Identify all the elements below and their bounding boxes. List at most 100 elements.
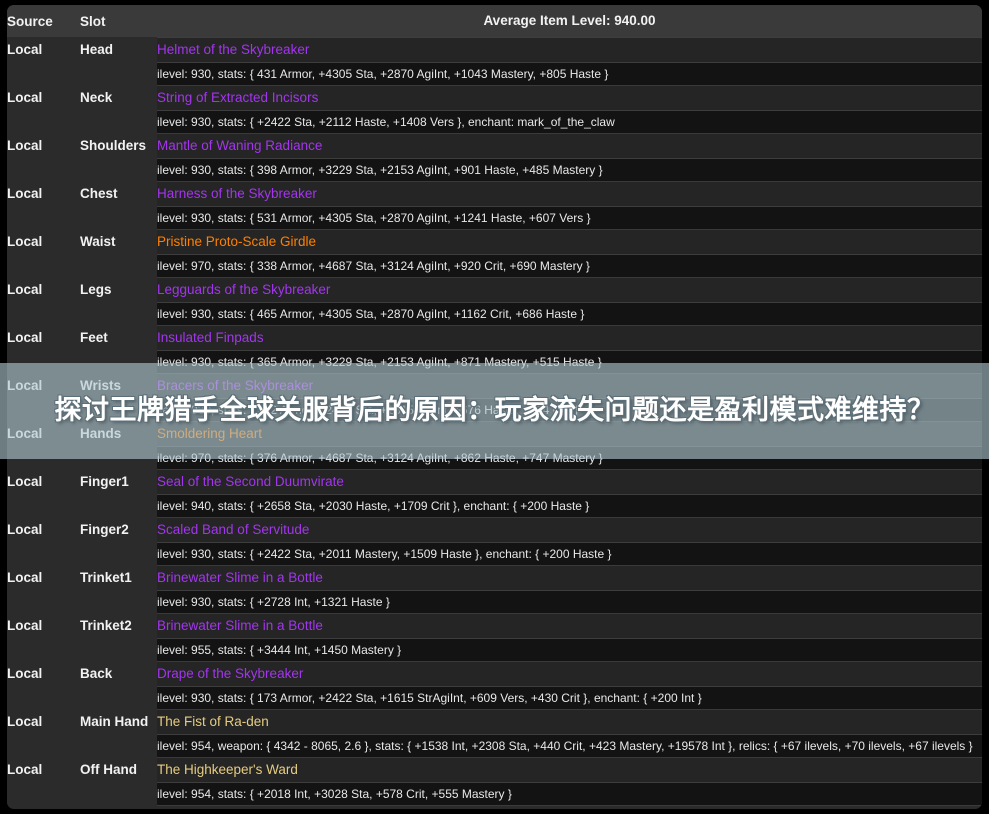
table-row[interactable]: Local Off Hand The Highkeeper's Ward [7,756,982,783]
cell-slot: Finger1 [80,469,157,494]
cell-source-spacer [7,254,80,277]
table-row[interactable]: Local Hands Smoldering Heart [7,420,982,447]
cell-item-stats: ilevel: 930, stats: { +2728 Int, +1321 H… [157,590,982,614]
cell-item-name[interactable]: String of Extracted Incisors [157,84,982,111]
cell-source: Local [7,517,80,542]
cell-item-name[interactable]: Smoldering Heart [157,420,982,447]
cell-item-name[interactable]: Mantle of Waning Radiance [157,132,982,159]
cell-item-name[interactable]: The Fist of Ra-den [157,708,982,735]
cell-slot: Trinket1 [80,565,157,590]
cell-item-name[interactable]: Scaled Band of Servitude [157,516,982,543]
cell-slot-spacer [80,734,157,757]
cell-source: Local [7,85,80,110]
table-row-stats: ilevel: 954, stats: { +2018 Int, +3028 S… [7,782,982,806]
cell-slot: Hands [80,421,157,446]
table-row-stats: ilevel: 930, stats: { 465 Armor, +4305 S… [7,302,982,326]
cell-slot: Trinket2 [80,613,157,638]
cell-item-stats: ilevel: 930, stats: { +2422 Sta, +2112 H… [157,110,982,134]
table-row[interactable]: Local Neck String of Extracted Incisors [7,84,982,111]
cell-item-stats: ilevel: 940, stats: { +2658 Sta, +2030 H… [157,494,982,518]
cell-slot: Shoulders [80,133,157,158]
table-row-stats: ilevel: 930, stats: { 365 Armor, +3229 S… [7,350,982,374]
cell-slot: Wrists [80,373,157,398]
cell-slot-spacer [80,638,157,661]
table-row[interactable]: Local Feet Insulated Finpads [7,324,982,351]
cell-item-name[interactable]: Seal of the Second Duumvirate [157,468,982,495]
cell-slot: Legs [80,277,157,302]
cell-slot-spacer [80,110,157,133]
cell-source: Local [7,469,80,494]
table-row-stats: ilevel: 930, stats: { 173 Armor, +2422 S… [7,686,982,710]
table-row[interactable]: Local Finger1 Seal of the Second Duumvirat… [7,468,982,495]
cell-item-stats: ilevel: 954, stats: { +2018 Int, +3028 S… [157,782,982,806]
cell-source-spacer [7,62,80,85]
cell-source-spacer [7,398,80,421]
cell-source: Local [7,325,80,350]
table-row[interactable]: Local Main Hand The Fist of Ra-den [7,708,982,735]
cell-source: Local [7,181,80,206]
cell-slot-spacer [80,62,157,85]
table-row[interactable]: Local Waist Pristine Proto-Scale Girdle [7,228,982,255]
cell-slot: Main Hand [80,709,157,734]
cell-slot-spacer [80,350,157,373]
table-row-stats: ilevel: 930, stats: { 531 Armor, +4305 S… [7,206,982,230]
table-row[interactable]: Local Chest Harness of the Skybreaker [7,180,982,207]
table-row-stats: ilevel: 930, stats: { +2728 Int, +1321 H… [7,590,982,614]
cell-slot-spacer [80,302,157,325]
cell-item-name[interactable]: Brinewater Slime in a Bottle [157,564,982,591]
cell-slot-spacer [80,158,157,181]
cell-item-stats: ilevel: 955, stats: { +3444 Int, +1450 M… [157,638,982,662]
table-row-stats: ilevel: 970, stats: { 376 Armor, +4687 S… [7,446,982,470]
column-header-slot: Slot [80,5,157,37]
cell-source-spacer [7,206,80,229]
cell-source-spacer [7,542,80,565]
cell-source: Local [7,37,80,62]
table-row-stats: ilevel: 970, stats: { 338 Armor, +4687 S… [7,254,982,278]
table-row[interactable]: Local Wrists Bracers of the Skybreaker [7,372,982,399]
table-row-stats: ilevel: 930, stats: { +2422 Sta, +2112 H… [7,110,982,134]
table-row[interactable]: Local Trinket2 Brinewater Slime in a Bottl… [7,612,982,639]
cell-item-name[interactable]: Insulated Finpads [157,324,982,351]
cell-source: Local [7,373,80,398]
cell-item-name[interactable]: Helmet of the Skybreaker [157,36,982,63]
cell-item-name[interactable]: The Highkeeper's Ward [157,756,982,783]
cell-item-stats: ilevel: 930, stats: { 465 Armor, +4305 S… [157,302,982,326]
cell-item-stats: ilevel: 930, stats: { +2422 Sta, +2011 M… [157,542,982,566]
table-row-stats: ilevel: 954, weapon: { 4342 - 8065, 2.6 … [7,734,982,758]
gear-table-body: Source Slot Average Item Level: 940.00 L… [7,5,982,806]
average-item-level-label: Average Item Level: 940.00 [157,5,982,37]
cell-item-name[interactable]: Brinewater Slime in a Bottle [157,612,982,639]
cell-item-name[interactable]: Drape of the Skybreaker [157,660,982,687]
cell-slot-spacer [80,782,157,805]
table-row[interactable]: Local Shoulders Mantle of Waning Radiance [7,132,982,159]
cell-source: Local [7,661,80,686]
cell-item-name[interactable]: Bracers of the Skybreaker [157,372,982,399]
cell-source-spacer [7,686,80,709]
cell-item-stats: ilevel: 930, stats: { 431 Armor, +4305 S… [157,62,982,86]
cell-slot: Head [80,37,157,62]
cell-slot-spacer [80,542,157,565]
cell-item-stats: ilevel: 930, stats: { 398 Armor, +3229 S… [157,158,982,182]
cell-item-name[interactable]: Legguards of the Skybreaker [157,276,982,303]
screen-root: Source Slot Average Item Level: 940.00 L… [0,0,989,814]
cell-item-name[interactable]: Harness of the Skybreaker [157,180,982,207]
cell-slot: Off Hand [80,757,157,782]
gear-panel: Source Slot Average Item Level: 940.00 L… [7,5,982,809]
cell-item-stats: ilevel: 930, stats: { 232 Armor, +2422 S… [157,398,982,422]
table-header-row: Source Slot Average Item Level: 940.00 [7,5,982,37]
table-row[interactable]: Local Head Helmet of the Skybreaker [7,36,982,63]
cell-slot-spacer [80,206,157,229]
table-row[interactable]: Local Back Drape of the Skybreaker [7,660,982,687]
cell-source-spacer [7,782,80,805]
table-row-stats: ilevel: 955, stats: { +3444 Int, +1450 M… [7,638,982,662]
cell-item-name[interactable]: Pristine Proto-Scale Girdle [157,228,982,255]
table-row[interactable]: Local Finger2 Scaled Band of Servitude [7,516,982,543]
table-row[interactable]: Local Trinket1 Brinewater Slime in a Bottl… [7,564,982,591]
cell-source: Local [7,229,80,254]
cell-source: Local [7,565,80,590]
table-row-stats: ilevel: 930, stats: { 431 Armor, +4305 S… [7,62,982,86]
cell-source: Local [7,709,80,734]
cell-source-spacer [7,590,80,613]
table-row[interactable]: Local Legs Legguards of the Skybreaker [7,276,982,303]
cell-slot: Waist [80,229,157,254]
